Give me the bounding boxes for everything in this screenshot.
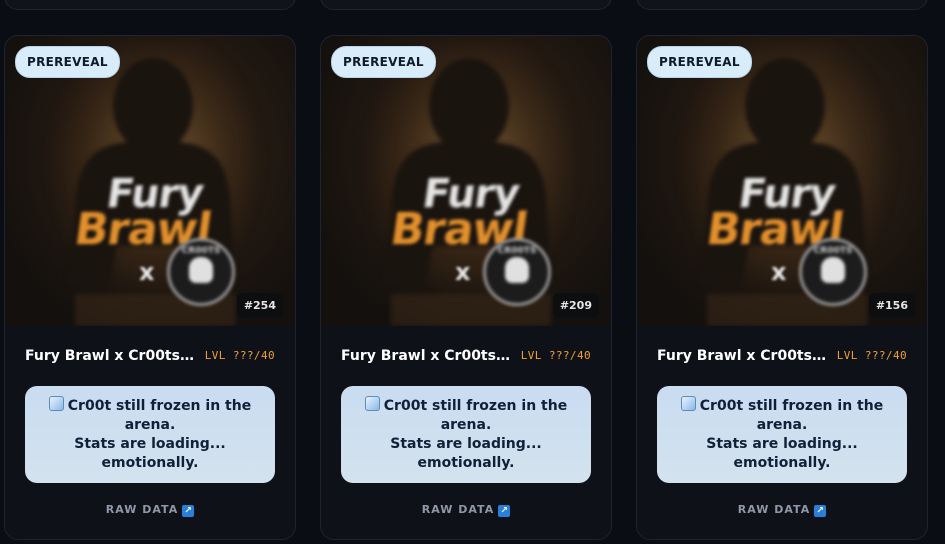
level-indicator: LVL ???/40 (836, 349, 907, 362)
previous-row-card (320, 0, 612, 10)
status-line-3: Stats are loading... (390, 436, 542, 452)
cr00ts-badge-text: CR00TS (813, 246, 853, 256)
raw-data-link[interactable]: RAW DATA ↗ (637, 503, 927, 517)
cr00ts-badge: CR00TS (799, 238, 867, 306)
prereveal-badge: PREREVEAL (331, 46, 436, 78)
external-link-arrow-icon: ↗ (498, 505, 511, 517)
card-title[interactable]: Fury Brawl x Cr00ts... (657, 348, 827, 364)
status-line-2: arena. (440, 417, 492, 433)
status-line-2: arena. (756, 417, 808, 433)
prereveal-badge: PREREVEAL (15, 46, 120, 78)
nft-card[interactable]: Fury Brawl x CR00TS PREREVEAL #254 Fury … (4, 35, 296, 540)
raw-data-label: RAW DATA (421, 503, 495, 516)
ice-cube-icon (680, 396, 696, 411)
external-link-arrow-icon: ↗ (814, 505, 827, 517)
cr00ts-badge: CR00TS (483, 238, 551, 306)
previous-row-card (636, 0, 928, 10)
status-message: Cr00t still frozen in the arena. Stats a… (341, 386, 591, 483)
cr00ts-badge: CR00TS (167, 238, 235, 306)
nft-artwork[interactable]: Fury Brawl x CR00TS PREREVEAL #156 (637, 36, 927, 326)
status-message: Cr00t still frozen in the arena. Stats a… (25, 386, 275, 483)
level-indicator: LVL ???/40 (520, 349, 591, 362)
art-logo-x: x (771, 258, 787, 286)
art-logo-x: x (139, 258, 155, 286)
status-line-1: Cr00t still frozen in the (67, 398, 252, 414)
previous-row-card (4, 0, 296, 10)
ice-cube-icon (48, 396, 64, 411)
prereveal-badge: PREREVEAL (647, 46, 752, 78)
token-id-badge: #254 (236, 293, 283, 318)
skull-icon (189, 257, 213, 283)
status-line-3: Stats are loading... (74, 436, 226, 452)
status-line-2: arena. (124, 417, 176, 433)
skull-icon (821, 257, 845, 283)
status-line-1: Cr00t still frozen in the (383, 398, 568, 414)
status-line-3: Stats are loading... (706, 436, 858, 452)
cr00ts-badge-text: CR00TS (497, 246, 537, 256)
status-line-4: emotionally. (417, 455, 515, 471)
nft-card[interactable]: Fury Brawl x CR00TS PREREVEAL #156 Fury … (636, 35, 928, 540)
ice-cube-icon (364, 396, 380, 411)
nft-card[interactable]: Fury Brawl x CR00TS PREREVEAL #209 Fury … (320, 35, 612, 540)
status-line-1: Cr00t still frozen in the (699, 398, 884, 414)
external-link-arrow-icon: ↗ (182, 505, 195, 517)
token-id-badge: #156 (868, 293, 915, 318)
raw-data-link[interactable]: RAW DATA ↗ (321, 503, 611, 517)
nft-artwork[interactable]: Fury Brawl x CR00TS PREREVEAL #209 (321, 36, 611, 326)
raw-data-label: RAW DATA (737, 503, 811, 516)
status-line-4: emotionally. (733, 455, 831, 471)
cr00ts-badge-text: CR00TS (181, 246, 221, 256)
token-id-badge: #209 (552, 293, 599, 318)
skull-icon (505, 257, 529, 283)
level-indicator: LVL ???/40 (204, 349, 275, 362)
status-message: Cr00t still frozen in the arena. Stats a… (657, 386, 907, 483)
card-title[interactable]: Fury Brawl x Cr00ts... (341, 348, 511, 364)
art-logo-x: x (455, 258, 471, 286)
card-title[interactable]: Fury Brawl x Cr00ts... (25, 348, 195, 364)
nft-artwork[interactable]: Fury Brawl x CR00TS PREREVEAL #254 (5, 36, 295, 326)
status-line-4: emotionally. (101, 455, 199, 471)
raw-data-link[interactable]: RAW DATA ↗ (5, 503, 295, 517)
raw-data-label: RAW DATA (105, 503, 179, 516)
